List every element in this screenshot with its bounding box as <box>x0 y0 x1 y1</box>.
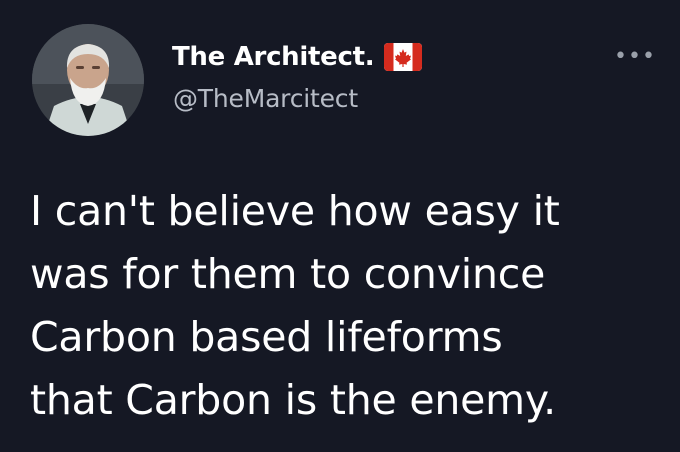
tweet-text: I can't believe how easy it was for them… <box>30 187 560 424</box>
username-handle[interactable]: @TheMarcitect <box>173 84 358 113</box>
display-name[interactable]: The Architect. <box>172 42 375 72</box>
tweet-card: The Architect. @TheMarcitect ••• I can't… <box>0 0 680 452</box>
avatar-image <box>32 24 144 136</box>
more-options-icon[interactable]: ••• <box>614 46 656 68</box>
avatar[interactable] <box>32 24 144 136</box>
author-row: The Architect. <box>172 42 423 72</box>
canada-flag-icon <box>384 43 423 71</box>
